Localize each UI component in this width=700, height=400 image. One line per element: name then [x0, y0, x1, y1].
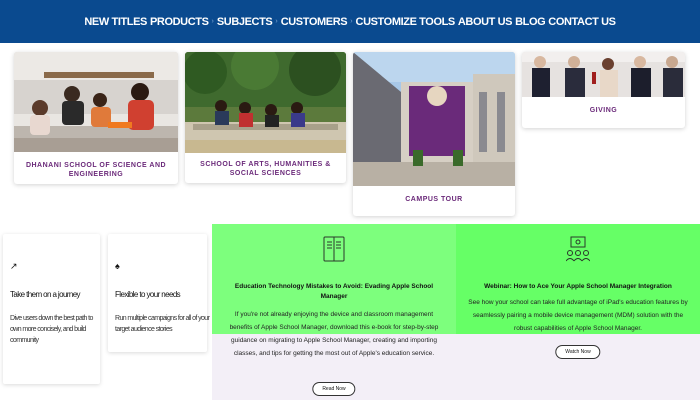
book-icon	[323, 236, 345, 267]
card-science-school[interactable]: DHANANI SCHOOL OF SCIENCE AND ENGINEERIN…	[14, 52, 178, 184]
webinar-body: See how your school can take full advant…	[468, 299, 688, 332]
nav-contact-us[interactable]: CONTACT US	[548, 16, 616, 28]
arts-card-caption: SCHOOL OF ARTS, HUMANITIES & SOCIAL SCIE…	[200, 161, 331, 177]
ebook-panel: Education Technology Mistakes to Avoid: …	[212, 224, 456, 400]
spade-icon: ♠	[115, 261, 120, 271]
feature-text: Dive users down the best path to own mor…	[10, 315, 93, 344]
nav-customers[interactable]: CUSTOMERS	[281, 16, 348, 28]
campus-photo	[353, 52, 515, 186]
giving-card-caption: GIVING	[589, 107, 618, 114]
arrow-icon: ↗	[10, 261, 18, 271]
read-now-button[interactable]: Read Now	[312, 382, 356, 396]
feature-title: Flexible to your needs	[115, 290, 181, 299]
lab-photo	[14, 52, 178, 152]
top-navigation: NEW TITLES PRODUCTS › SUBJECTS › CUSTOME…	[0, 0, 700, 43]
nav-new-titles[interactable]: NEW TITLES	[84, 16, 147, 28]
webinar-title: Webinar: How to Ace Your Apple School Ma…	[484, 283, 672, 290]
nav-products[interactable]: PRODUCTS	[150, 16, 209, 28]
nav-customize-tools[interactable]: CUSTOMIZE TOOLS	[356, 16, 456, 28]
nav-subjects[interactable]: SUBJECTS	[217, 16, 273, 28]
nav-about-us[interactable]: ABOUT US	[458, 16, 513, 28]
card-campus-tour[interactable]: CAMPUS TOUR	[353, 52, 515, 216]
ebook-title: Education Technology Mistakes to Avoid: …	[234, 283, 434, 300]
nav-blog[interactable]: BLOG	[515, 16, 546, 28]
donors-photo	[522, 52, 685, 97]
nav-separator-icon: ›	[211, 18, 214, 25]
card-arts-school[interactable]: SCHOOL OF ARTS, HUMANITIES & SOCIAL SCIE…	[185, 52, 346, 183]
nav-separator-icon: ›	[275, 18, 278, 25]
nav-separator-icon: ›	[350, 18, 353, 25]
panel-lavender-bg	[456, 334, 700, 400]
campus-card-caption: CAMPUS TOUR	[405, 196, 463, 203]
card-giving[interactable]: GIVING	[522, 52, 685, 128]
presenter-icon	[565, 236, 591, 267]
science-card-caption: DHANANI SCHOOL OF SCIENCE AND ENGINEERIN…	[25, 162, 167, 178]
feature-text: Run multiple campaigns for all of your t…	[115, 315, 210, 333]
ebook-body: If you're not already enjoying the devic…	[229, 311, 439, 357]
feature-title: Take them on a journey	[10, 290, 81, 299]
students-photo	[185, 52, 346, 153]
watch-now-button[interactable]: Watch Now	[555, 345, 601, 359]
webinar-panel: Webinar: How to Ace Your Apple School Ma…	[456, 224, 700, 400]
nav-links: NEW TITLES PRODUCTS › SUBJECTS › CUSTOME…	[84, 16, 616, 28]
feature-card-journey: ↗ Take them on a journey Dive users down…	[3, 234, 100, 384]
feature-card-flexible: ♠ Flexible to your needs Run multiple ca…	[108, 234, 210, 352]
